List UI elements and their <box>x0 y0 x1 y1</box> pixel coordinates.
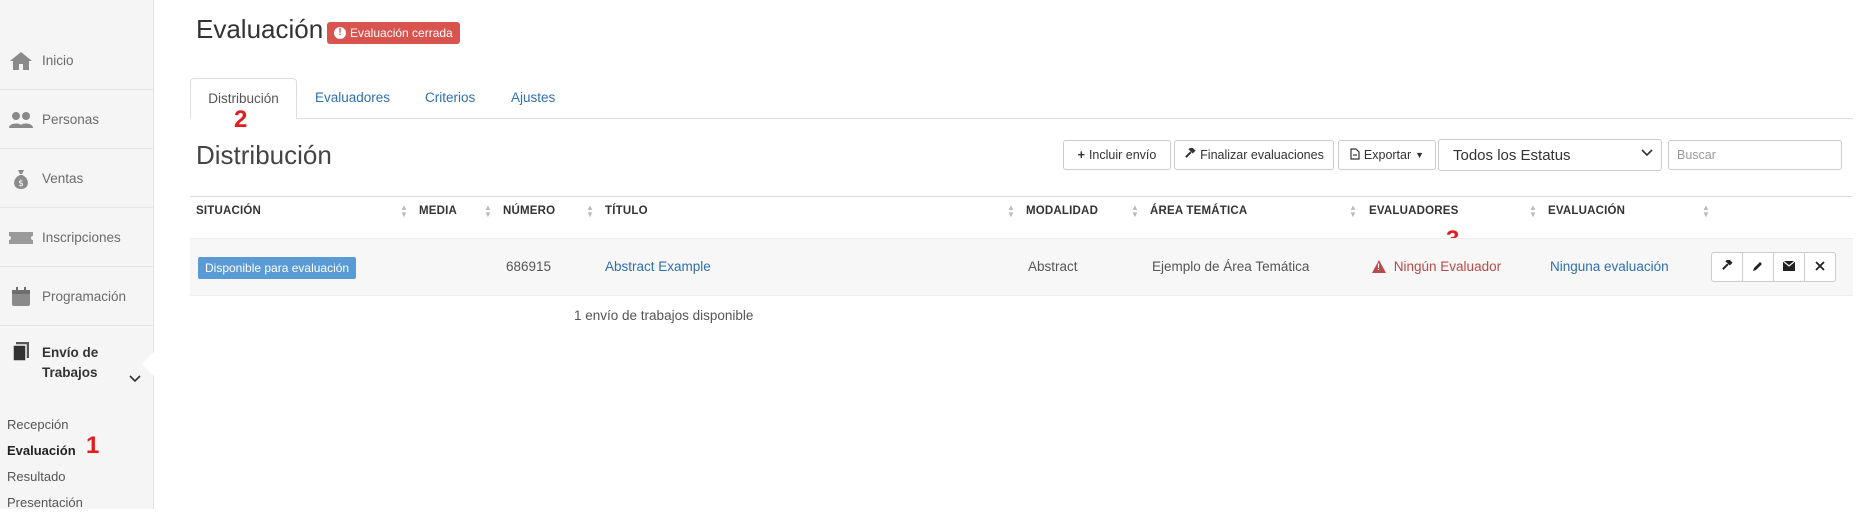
sort-icon[interactable]: ▲ ▼ <box>586 204 594 219</box>
sidebar-item-label: Envío de Trabajos <box>42 345 99 380</box>
row-actions <box>1711 252 1836 282</box>
cell-modalidad: Abstract <box>1028 259 1078 274</box>
close-icon <box>1815 260 1825 274</box>
finalize-evaluations-label: Finalizar evaluaciones <box>1200 148 1324 162</box>
sidebar-item-ventas[interactable]: $ Ventas <box>0 150 153 208</box>
sort-icon[interactable]: ▲ ▼ <box>1007 204 1015 219</box>
annotation-marker-2: 2 <box>234 106 248 133</box>
search-input[interactable] <box>1668 140 1842 170</box>
sidebar-item-label: Inicio <box>42 53 74 68</box>
export-label: Exportar <box>1363 148 1412 162</box>
tab-ajustes[interactable]: Ajustes <box>511 78 555 118</box>
documents-icon <box>8 341 34 363</box>
export-dropdown-button[interactable]: Exportar ▼ <box>1338 140 1436 170</box>
sub-item-resultado[interactable]: Resultado <box>7 464 83 490</box>
tab-evaluadores[interactable]: Evaluadores <box>315 78 390 118</box>
column-header-situacion[interactable]: SITUACIÓN <box>196 197 261 225</box>
annotation-marker-1: 1 <box>86 432 100 459</box>
sidebar-item-envio-de-trabajos[interactable]: Envío de Trabajos <box>0 327 153 415</box>
sort-icon[interactable]: ▲ ▼ <box>1529 204 1537 219</box>
file-export-icon <box>1350 147 1360 163</box>
chevron-down-icon[interactable] <box>129 371 141 386</box>
sort-icon[interactable]: ▲ ▼ <box>400 204 408 219</box>
sidebar: Inicio Personas $ Ventas Inscripciones P… <box>0 0 154 510</box>
edit-button[interactable] <box>1742 252 1774 282</box>
cell-numero: 686915 <box>506 259 552 274</box>
ticket-icon <box>8 227 34 249</box>
status-filter-select[interactable]: Todos los Estatus <box>1438 139 1662 171</box>
cell-area-tematica: Ejemplo de Área Temática <box>1152 259 1310 274</box>
table-footer-count: 1 envío de trabajos disponible <box>574 308 754 323</box>
tab-bar: Distribución Evaluadores Criterios Ajust… <box>190 78 1853 119</box>
sidebar-item-programacion[interactable]: Programación <box>0 268 153 326</box>
svg-text:$: $ <box>18 179 24 189</box>
sidebar-item-label: Personas <box>42 112 100 127</box>
sub-item-presentacion[interactable]: Presentación <box>7 490 83 516</box>
pencil-icon <box>1752 260 1764 275</box>
gavel-action-button[interactable] <box>1711 252 1743 282</box>
sort-icon[interactable]: ▲ ▼ <box>1349 204 1357 219</box>
sort-icon[interactable]: ▲ ▼ <box>1131 204 1139 219</box>
column-header-area-tematica[interactable]: ÁREA TEMÁTICA <box>1150 197 1247 225</box>
column-header-evaluacion[interactable]: EVALUACIÓN <box>1548 197 1625 225</box>
calendar-icon <box>8 286 34 308</box>
chevron-down-icon <box>1641 146 1653 160</box>
sub-item-evaluacion[interactable]: Evaluación <box>7 438 83 464</box>
warning-triangle-icon: ! <box>1372 260 1386 273</box>
sidebar-item-personas[interactable]: Personas <box>0 91 153 149</box>
home-icon <box>8 50 34 72</box>
include-submission-button[interactable]: + Incluir envío <box>1063 140 1171 170</box>
sort-icon[interactable]: ▲ ▼ <box>484 204 492 219</box>
table-header: SITUACIÓN ▲ ▼ MEDIA ▲ ▼ NÚMERO ▲ ▼ TÍTULO ▲… <box>190 196 1853 225</box>
no-reviewer-label: Ningún Evaluador <box>1393 259 1502 274</box>
sidebar-item-inscripciones[interactable]: Inscripciones <box>0 209 153 267</box>
alert-circle-icon: ! <box>334 27 346 39</box>
envelope-icon <box>1782 260 1796 274</box>
status-filter-value: Todos los Estatus <box>1453 146 1571 164</box>
plus-icon: + <box>1077 148 1085 162</box>
column-header-media[interactable]: MEDIA <box>419 197 457 225</box>
remove-button[interactable] <box>1804 252 1836 282</box>
status-badge: ! Evaluación cerrada <box>327 22 460 44</box>
sub-menu: Recepción Evaluación Resultado Presentac… <box>7 412 83 516</box>
no-reviewer-warning: ! Ningún Evaluador <box>1372 239 1501 295</box>
sidebar-item-label: Inscripciones <box>42 230 121 245</box>
gavel-icon <box>1721 257 1733 275</box>
column-header-numero[interactable]: NÚMERO <box>503 197 555 225</box>
finalize-evaluations-button[interactable]: Finalizar evaluaciones <box>1174 140 1334 170</box>
column-header-evaluadores[interactable]: EVALUADORES <box>1369 197 1459 225</box>
page-title: Evaluación <box>196 14 324 44</box>
money-bag-icon: $ <box>8 168 34 190</box>
gavel-icon <box>1184 145 1196 163</box>
sub-item-recepcion[interactable]: Recepción <box>7 412 83 438</box>
submission-title-link[interactable]: Abstract Example <box>605 239 711 295</box>
sidebar-item-label: Programación <box>42 289 127 304</box>
sidebar-item-label: Ventas <box>42 171 84 186</box>
email-button[interactable] <box>1773 252 1805 282</box>
tab-criterios[interactable]: Criterios <box>425 78 475 118</box>
sort-icon[interactable]: ▲ ▼ <box>1702 204 1710 219</box>
status-badge-label: Evaluación cerrada <box>350 26 453 40</box>
column-header-titulo[interactable]: TÍTULO <box>605 197 648 225</box>
table-row: Disponible para evaluación 686915 Abstra… <box>190 238 1853 296</box>
caret-down-icon: ▼ <box>1415 150 1425 160</box>
column-header-modalidad[interactable]: MODALIDAD <box>1026 197 1098 225</box>
people-icon <box>8 109 34 131</box>
status-label: Disponible para evaluación <box>198 257 357 279</box>
include-submission-label: Incluir envío <box>1088 148 1157 162</box>
evaluation-link[interactable]: Ninguna evaluación <box>1550 239 1669 295</box>
active-indicator <box>142 352 154 376</box>
section-title: Distribución <box>196 140 332 170</box>
sidebar-item-inicio[interactable]: Inicio <box>0 32 153 90</box>
